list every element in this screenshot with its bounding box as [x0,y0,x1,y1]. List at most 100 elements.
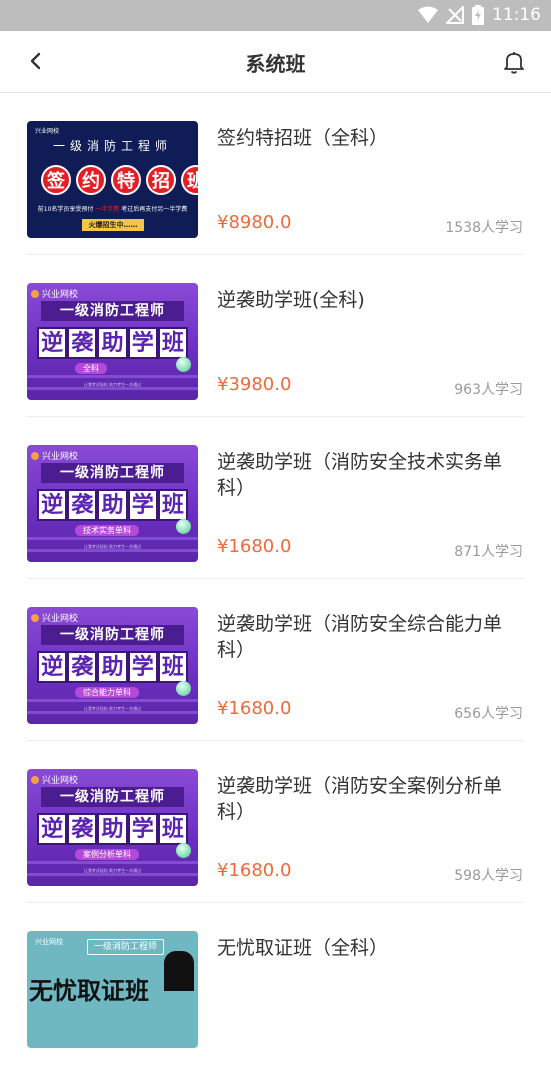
thumbnail-footer: 让我考试轻松 助力考生一次通过 [83,382,142,387]
course-thumbnail: 兴业网校 一级消防工程师 逆 袭 助 学 班 案例分析单科 让我考试轻松 助力考… [27,769,198,886]
thumbnail-school: 兴业网校 [42,614,79,624]
course-title: 无忧取证班（全科） [217,937,389,959]
course-price: ¥1680.0 [217,860,292,881]
learner-count: 963人学习 [454,382,523,398]
course-item[interactable]: 兴业网校 一级消防工程师 签 约 特 招 班 前10名学员享受预付 一半学费 考… [0,93,551,255]
school-logo-icon [31,451,39,460]
globe-icon [176,357,191,372]
thumbnail-char: 袭 [67,651,98,683]
thumbnail-char: 学 [127,651,158,683]
learner-count: 656人学习 [454,706,523,722]
thumbnail-title: 无忧取证班 [29,977,149,1005]
course-title: 逆袭助学班（消防安全综合能力单科） [217,613,503,661]
school-logo-icon [31,775,39,784]
thumbnail-school: 兴业网校 [42,452,79,462]
thumbnail-char: 助 [97,489,128,521]
thumbnail-char: 逆 [37,327,68,359]
thumbnail-char: 班 [157,651,189,683]
page-title: 系统班 [245,52,306,76]
thumbnail-title: 逆 袭 助 学 班 [37,651,189,683]
course-title: 逆袭助学班（消防安全技术实务单科） [217,451,503,499]
course-item[interactable]: 兴业网校 一级消防工程师 逆 袭 助 学 班 全科 让我考试轻松 助力考生一次通… [0,255,551,417]
thumbnail-stripe [27,537,198,540]
thumbnail-char: 袭 [67,489,98,521]
course-thumbnail: 兴业网校 一级消防工程师 签 约 特 招 班 前10名学员享受预付 一半学费 考… [27,121,198,238]
course-title: 逆袭助学班(全科) [217,289,365,311]
course-title: 逆袭助学班（消防安全案例分析单科） [217,775,503,823]
course-price: ¥8980.0 [217,212,292,233]
thumbnail-char: 约 [76,165,106,195]
thumbnail-subtitle: 一级消防工程师 [41,301,184,321]
thumbnail-school: 兴业网校 [35,128,60,135]
course-title: 签约特招班（全科） [217,127,389,149]
thumbnail-footer: 让我考试轻松 助力考生一次通过 [83,868,142,873]
globe-icon [176,681,191,696]
thumbnail-school: 兴业网校 [42,776,79,786]
thumbnail-char: 班 [181,165,198,195]
thumbnail-stripe [27,699,198,702]
thumbnail-char: 班 [157,813,189,845]
thumbnail-title: 逆 袭 助 学 班 [37,327,189,359]
thumbnail-char: 学 [127,813,158,845]
learner-count: 1538人学习 [445,220,523,236]
wifi-icon [418,6,438,23]
thumbnail-char: 班 [157,489,189,521]
course-item[interactable]: 兴业网校 一级消防工程师 逆 袭 助 学 班 技术实务单科 让我考试轻松 助力考… [0,417,551,579]
status-bar: 11:16 [0,0,551,31]
thumbnail-logo: 兴业网校 [31,449,78,462]
thumbnail-pill: 技术实务单科 [75,525,139,536]
course-price: ¥1680.0 [217,698,292,719]
thumbnail-logo: 兴业网校 [31,611,78,624]
course-item[interactable]: 兴业网校 一级消防工程师 逆 袭 助 学 班 案例分析单科 让我考试轻松 助力考… [0,741,551,903]
thumbnail-footer: 让我考试轻松 助力考生一次通过 [83,544,142,549]
thumbnail-promo-text: 考过后再支付另一半学费 [119,206,188,213]
course-list: 兴业网校 一级消防工程师 签 约 特 招 班 前10名学员享受预付 一半学费 考… [0,93,551,1065]
thumbnail-subtitle: 一级消防工程师 [41,625,184,645]
thumbnail-title: 逆 袭 助 学 班 [37,489,189,521]
thumbnail-subtitle: 一级消防工程师 [52,139,172,153]
no-signal-icon [446,6,464,24]
thumbnail-logo: 兴业网校 [31,287,78,300]
thumbnail-tag: 火爆招生中…… [82,219,144,231]
person-image [164,951,194,991]
thumbnail-char: 班 [157,327,189,359]
thumbnail-school: 兴业网校 [42,290,79,300]
learner-count: 871人学习 [454,544,523,560]
school-logo-icon [31,613,39,622]
status-time: 11:16 [492,5,541,25]
globe-icon [176,843,191,858]
thumbnail-char: 招 [146,165,176,195]
thumbnail-char: 学 [127,489,158,521]
thumbnail-logo: 兴业网校 [31,773,78,786]
thumbnail-char: 助 [97,651,128,683]
thumbnail-promo-text: 前10名学员享受预付 [37,206,96,213]
thumbnail-footer: 让我考试轻松 助力考生一次通过 [83,706,142,711]
thumbnail-char: 逆 [37,489,68,521]
thumbnail-char: 签 [41,165,71,195]
thumbnail-char: 袭 [67,327,98,359]
thumbnail-promo-line: 前10名学员享受预付 一半学费 考过后再支付另一半学费 [33,204,192,213]
thumbnail-char: 助 [97,327,128,359]
bell-icon[interactable] [499,47,529,77]
course-item[interactable]: 兴业网校 一级消防工程师 逆 袭 助 学 班 综合能力单科 让我考试轻松 助力考… [0,579,551,741]
thumbnail-stripe [27,861,198,864]
thumbnail-char: 学 [127,327,158,359]
thumbnail-stripe [27,375,198,378]
thumbnail-title: 逆 袭 助 学 班 [37,813,189,845]
thumbnail-char: 逆 [37,813,68,845]
course-price: ¥3980.0 [217,374,292,395]
school-logo-icon [31,289,39,298]
learner-count: 598人学习 [454,868,523,884]
course-price: ¥1680.0 [217,536,292,557]
thumbnail-char: 助 [97,813,128,845]
thumbnail-subtitle: 一级消防工程师 [41,787,184,807]
course-thumbnail: 兴业网校 一级消防工程师 逆 袭 助 学 班 技术实务单科 让我考试轻松 助力考… [27,445,198,562]
thumbnail-pill: 案例分析单科 [75,849,139,860]
thumbnail-char: 袭 [67,813,98,845]
thumbnail-char: 特 [111,165,141,195]
course-item[interactable]: 兴业网校 一级消防工程师 无忧取证班 无忧取证班（全科） [0,903,551,1065]
thumbnail-pill: 全科 [75,363,107,374]
thumbnail-pill: 综合能力单科 [75,687,139,698]
thumbnail-subtitle: 一级消防工程师 [41,463,184,483]
thumbnail-subtitle: 一级消防工程师 [87,939,165,955]
